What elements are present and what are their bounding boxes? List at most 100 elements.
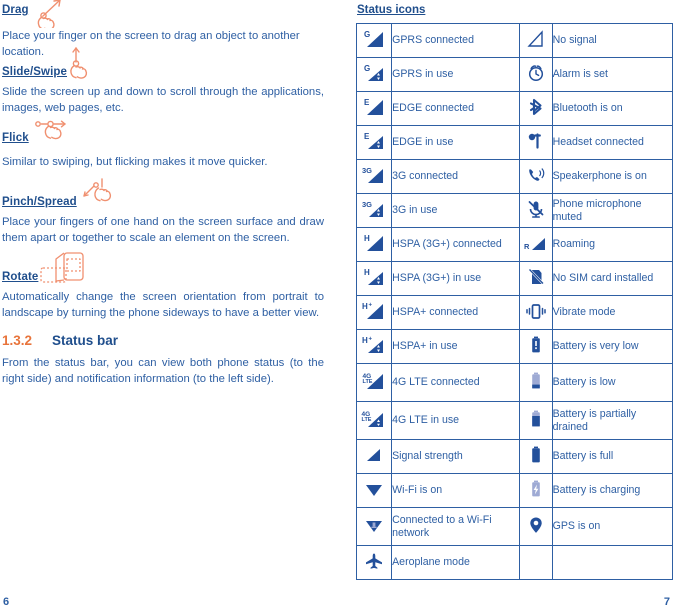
signal-4glte-in-use-icon: 4G LTE bbox=[355, 401, 393, 440]
svg-text:R: R bbox=[524, 242, 530, 251]
status-label: 4G LTE in use bbox=[391, 401, 520, 440]
table-row: H HSPA (3G+) in use No SIM card installe… bbox=[355, 261, 674, 296]
signal-hspaplus-connected-icon: H + bbox=[355, 295, 393, 330]
status-icons-table: G GPRS connected No signal G GPRS in use… bbox=[355, 23, 674, 580]
phone-rotate-icon bbox=[38, 250, 88, 286]
status-label: Battery is low bbox=[551, 363, 674, 402]
gesture-pinch-body: Place your fingers of one hand on the sc… bbox=[2, 216, 324, 244]
svg-text:+: + bbox=[369, 303, 373, 309]
gesture-drag-body: Place your finger on the screen to drag … bbox=[2, 30, 300, 58]
signal-3g-in-use-icon: 3G bbox=[355, 193, 393, 228]
gesture-rotate: Rotate Automatically change the screen o… bbox=[2, 252, 324, 319]
status-label: Battery is very low bbox=[551, 329, 674, 364]
table-row: 4G LTE 4G LTE in use Battery is partially… bbox=[355, 401, 674, 440]
svg-text:3G: 3G bbox=[362, 166, 372, 175]
section-status-bar-body: From the status bar, you can view both p… bbox=[2, 357, 324, 385]
gesture-flick: Flick Similar to swiping, but flicking m… bbox=[2, 120, 324, 168]
table-row: E EDGE in use Headset connected bbox=[355, 125, 674, 160]
right-page-column: Status icons G GPRS connected No signal … bbox=[355, 0, 674, 580]
signal-edge-in-use-icon: E bbox=[355, 125, 393, 160]
status-label: Wi-Fi is on bbox=[391, 473, 520, 508]
battery-partial-icon bbox=[518, 401, 553, 440]
gesture-flick-body: Similar to swiping, but flicking makes i… bbox=[2, 156, 268, 168]
svg-text:+: + bbox=[369, 337, 373, 343]
alarm-clock-icon bbox=[518, 57, 553, 92]
signal-4glte-connected-icon: 4G LTE bbox=[355, 363, 393, 402]
status-label: 3G connected bbox=[391, 159, 520, 194]
status-label: HSPA (3G+) in use bbox=[391, 261, 520, 296]
gesture-pinch-title: Pinch/Spread bbox=[2, 196, 77, 208]
signal-hspa-connected-icon: H bbox=[355, 227, 393, 262]
status-label: Signal strength bbox=[391, 439, 520, 474]
status-label: Vibrate mode bbox=[551, 295, 674, 330]
table-row: H + HSPA+ connected Vibrate mode bbox=[355, 295, 674, 330]
status-label: 4G LTE connected bbox=[391, 363, 520, 402]
status-label: No signal bbox=[551, 23, 674, 58]
status-label: Speakerphone is on bbox=[551, 159, 674, 194]
roaming-icon: R bbox=[518, 227, 553, 262]
table-row: H HSPA (3G+) connected R Roaming bbox=[355, 227, 674, 262]
empty-label-cell bbox=[551, 545, 674, 580]
svg-text:LTE: LTE bbox=[363, 379, 373, 385]
gesture-drag: Drag Place your finger on the screen to … bbox=[2, 0, 324, 58]
status-label: GPRS connected bbox=[391, 23, 520, 58]
svg-text:G: G bbox=[364, 64, 370, 73]
gesture-slide-body: Slide the screen up and down to scroll t… bbox=[2, 86, 324, 114]
gesture-flick-title: Flick bbox=[2, 132, 29, 144]
gesture-drag-title: Drag bbox=[2, 4, 29, 16]
gesture-slide-swipe: Slide/Swipe Slide the screen up and down… bbox=[2, 47, 324, 116]
gesture-rotate-title: Rotate bbox=[2, 271, 39, 283]
signal-edge-connected-icon: E bbox=[355, 91, 393, 126]
manual-page-spread: Drag Place your finger on the screen to … bbox=[0, 0, 674, 614]
table-row: 4G LTE 4G LTE connected Battery is low bbox=[355, 363, 674, 402]
status-label: Connected to a Wi-Fi network bbox=[391, 507, 520, 546]
svg-text:H: H bbox=[362, 302, 368, 311]
status-label: Phone microphone muted bbox=[551, 193, 674, 228]
status-label: Bluetooth is on bbox=[551, 91, 674, 126]
status-label: Alarm is set bbox=[551, 57, 674, 92]
status-label: HSPA+ in use bbox=[391, 329, 520, 364]
status-label: HSPA (3G+) connected bbox=[391, 227, 520, 262]
battery-low-icon bbox=[518, 363, 553, 402]
section-status-bar-heading: 1.3.2 Status bar bbox=[2, 332, 324, 350]
status-label: Battery is full bbox=[551, 439, 674, 474]
table-row: G GPRS connected No signal bbox=[355, 23, 674, 58]
status-label: Headset connected bbox=[551, 125, 674, 160]
table-row: 3G 3G in use Phone microphone muted bbox=[355, 193, 674, 228]
status-label: 3G in use bbox=[391, 193, 520, 228]
status-label: Roaming bbox=[551, 227, 674, 262]
vibrate-icon bbox=[518, 295, 553, 330]
section-title: Status bar bbox=[52, 333, 119, 348]
table-row: Signal strength Battery is full bbox=[355, 439, 674, 474]
status-label: No SIM card installed bbox=[551, 261, 674, 296]
gesture-slide-title: Slide/Swipe bbox=[2, 66, 68, 78]
battery-full-icon bbox=[518, 439, 553, 474]
signal-hspa-in-use-icon: H bbox=[355, 261, 393, 296]
status-label: Battery is charging bbox=[551, 473, 674, 508]
hand-flick-icon bbox=[34, 116, 78, 152]
wifi-connected-icon bbox=[355, 507, 393, 546]
signal-hspaplus-in-use-icon: H + bbox=[355, 329, 393, 364]
page-number-left: 6 bbox=[3, 596, 10, 608]
svg-text:G: G bbox=[364, 30, 370, 39]
table-row: E EDGE connected Bluetooth is on bbox=[355, 91, 674, 126]
battery-very-low-icon bbox=[518, 329, 553, 364]
status-label: EDGE connected bbox=[391, 91, 520, 126]
status-label: GPRS in use bbox=[391, 57, 520, 92]
empty-icon-cell bbox=[518, 545, 553, 580]
status-label: HSPA+ connected bbox=[391, 295, 520, 330]
gps-pin-icon bbox=[518, 507, 553, 546]
gesture-pinch-spread: Pinch/Spread Place your fingers of one h… bbox=[2, 178, 324, 250]
headset-icon bbox=[518, 125, 553, 160]
gesture-rotate-body: Automatically change the screen orientat… bbox=[2, 291, 324, 319]
signal-gprs-connected-icon: G bbox=[355, 23, 393, 58]
hand-drag-icon bbox=[30, 0, 74, 28]
hand-pinch-icon bbox=[80, 176, 124, 212]
svg-text:H: H bbox=[364, 234, 370, 243]
microphone-muted-icon bbox=[518, 193, 553, 228]
table-row: 3G 3G connected Speakerphone is on bbox=[355, 159, 674, 194]
page-number-right: 7 bbox=[663, 596, 670, 608]
svg-text:E: E bbox=[364, 98, 370, 107]
svg-text:H: H bbox=[364, 268, 370, 277]
table-row: G GPRS in use Alarm is set bbox=[355, 57, 674, 92]
